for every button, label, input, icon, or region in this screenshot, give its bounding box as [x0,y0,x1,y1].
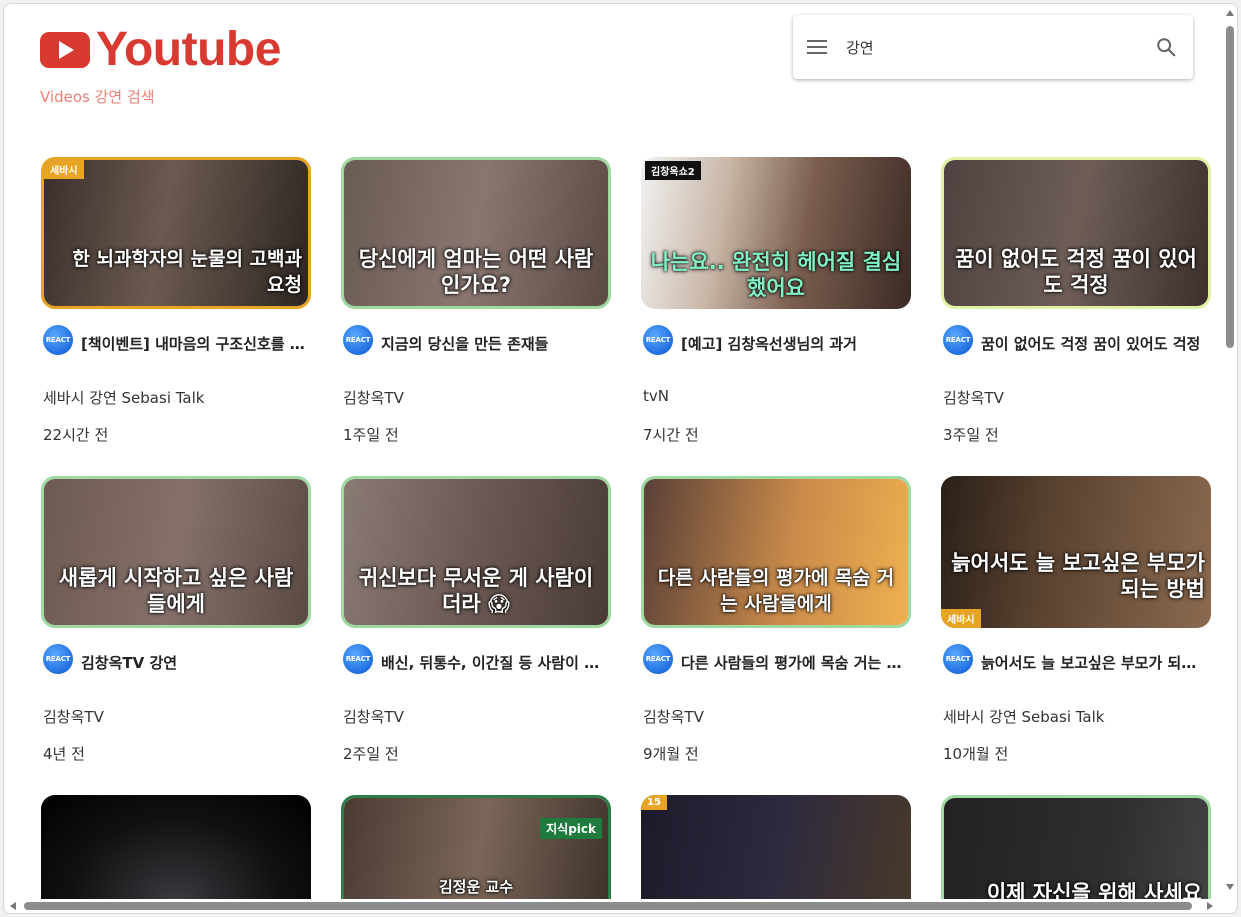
channel-avatar[interactable]: REACT [943,644,973,674]
channel-name[interactable]: 세바시 강연 Sebasi Talk [43,387,204,408]
channel-avatar[interactable]: REACT [343,644,373,674]
channel-avatar[interactable]: REACT [643,325,673,355]
upload-time: 2주일 전 [343,745,399,763]
channel-name[interactable]: 김창옥TV [343,387,404,408]
video-thumbnail[interactable]: 귀신보다 무서운 게 사람이더라 😱 [341,476,611,628]
channel-name[interactable]: 김창옥TV [43,706,104,727]
scroll-up-arrow-icon[interactable] [1226,10,1234,16]
horizontal-scrollbar[interactable] [4,899,1225,913]
video-thumbnail[interactable]: 지식pick 김정운 교수 [341,795,611,913]
search-input[interactable] [846,27,1155,67]
upload-time: 4년 전 [43,745,85,763]
channel-name[interactable]: 세바시 강연 Sebasi Talk [943,706,1104,727]
thumbnail-text: 한 뇌과학자의 눈물의 고백과 요청 [72,248,302,296]
thumbnail-text: 새롭게 시작하고 싶은 사람들에게 [58,566,294,616]
channel-avatar[interactable]: REACT [343,325,373,355]
video-title[interactable]: 늙어서도 늘 보고싶은 부모가 되는 방법 [981,652,1206,673]
channel-name[interactable]: 김창옥TV [643,706,704,727]
thumbnail-tag: 지식pick [540,818,602,839]
logo[interactable]: Youtube [40,26,281,74]
upload-time: 1주일 전 [343,426,399,444]
app-window: Youtube Videos 강연 검색 세바시 한 뇌과학자의 눈물의 고백과… [3,3,1238,914]
upload-time: 3주일 전 [943,426,999,444]
youtube-play-icon [40,32,90,68]
thumbnail-text: 김정운 교수 [438,878,514,896]
video-thumbnail[interactable] [41,795,311,913]
thumbnail-text: 귀신보다 무서운 게 사람이더라 😱 [358,566,594,616]
thumbnail-tag: 김창옥쇼2 [645,161,701,180]
upload-time: 10개월 전 [943,745,1009,763]
video-thumbnail[interactable]: 꿈이 없어도 걱정 꿈이 있어도 걱정 [941,157,1211,309]
channel-avatar[interactable]: REACT [943,325,973,355]
video-thumbnail[interactable]: 김창옥쇼2 나는요.. 완전히 헤어질 결심했어요 [641,157,911,309]
channel-name[interactable]: 김창옥TV [943,387,1004,408]
channel-name[interactable]: tvN [643,387,669,405]
page-subtitle: Videos 강연 검색 [40,88,155,106]
horizontal-scrollbar-thumb[interactable] [24,902,1192,910]
thumbnail-text: 나는요.. 완전히 헤어질 결심했어요 [650,250,902,300]
video-title[interactable]: 김창옥TV 강연 [81,652,306,673]
channel-avatar[interactable]: REACT [43,325,73,355]
thumbnail-text: 당신에게 엄마는 어떤 사람인가요? [358,247,594,297]
thumbnail-tag: 15 [641,795,667,810]
video-title[interactable]: 다른 사람들의 평가에 목숨 거는 사람들에게 [681,652,906,673]
video-thumbnail[interactable]: 다른 사람들의 평가에 목숨 거는 사람들에게 [641,476,911,628]
video-thumbnail[interactable]: 새롭게 시작하고 싶은 사람들에게 [41,476,311,628]
video-title[interactable]: 배신, 뒤통수, 이간질 등 사람이 무섭다 [381,652,606,673]
video-thumbnail[interactable]: 세바시 한 뇌과학자의 눈물의 고백과 요청 [41,157,311,309]
search-bar [793,15,1193,79]
thumbnail-text: 다른 사람들의 평가에 목숨 거는 사람들에게 [657,567,895,615]
video-thumbnail[interactable]: 15 [641,795,911,913]
upload-time: 22시간 전 [43,426,109,444]
video-title[interactable]: 꿈이 없어도 걱정 꿈이 있어도 걱정 [981,333,1206,354]
video-thumbnail[interactable]: 세바시 늙어서도 늘 보고싶은 부모가 되는 방법 [941,476,1211,628]
logo-text: Youtube [96,23,281,76]
video-title[interactable]: [예고] 김창옥선생님의 과거 [681,333,906,354]
channel-name[interactable]: 김창옥TV [343,706,404,727]
video-title[interactable]: [책이벤트] 내마음의 구조신호를 들어주세요 [81,333,306,354]
scroll-down-arrow-icon[interactable] [1226,884,1234,890]
video-thumbnail[interactable]: 당신에게 엄마는 어떤 사람인가요? [341,157,611,309]
menu-icon[interactable] [807,40,827,54]
vertical-scrollbar[interactable] [1223,4,1237,901]
thumbnail-tag: 세바시 [941,609,981,628]
scroll-left-arrow-icon[interactable] [10,902,16,910]
channel-avatar[interactable]: REACT [643,644,673,674]
search-icon[interactable] [1155,36,1177,58]
scroll-right-arrow-icon[interactable] [1207,902,1213,910]
thumbnail-text: 늙어서도 늘 보고싶은 부모가 되는 방법 [951,551,1205,601]
upload-time: 7시간 전 [643,426,699,444]
vertical-scrollbar-thumb[interactable] [1226,26,1234,348]
thumbnail-text: 꿈이 없어도 걱정 꿈이 있어도 걱정 [955,247,1197,297]
video-thumbnail[interactable]: 이제 자신을 위해 사세요 [941,795,1211,913]
thumbnail-tag: 세바시 [44,160,84,179]
channel-avatar[interactable]: REACT [43,644,73,674]
video-title[interactable]: 지금의 당신을 만든 존재들 [381,333,606,354]
upload-time: 9개월 전 [643,745,699,763]
